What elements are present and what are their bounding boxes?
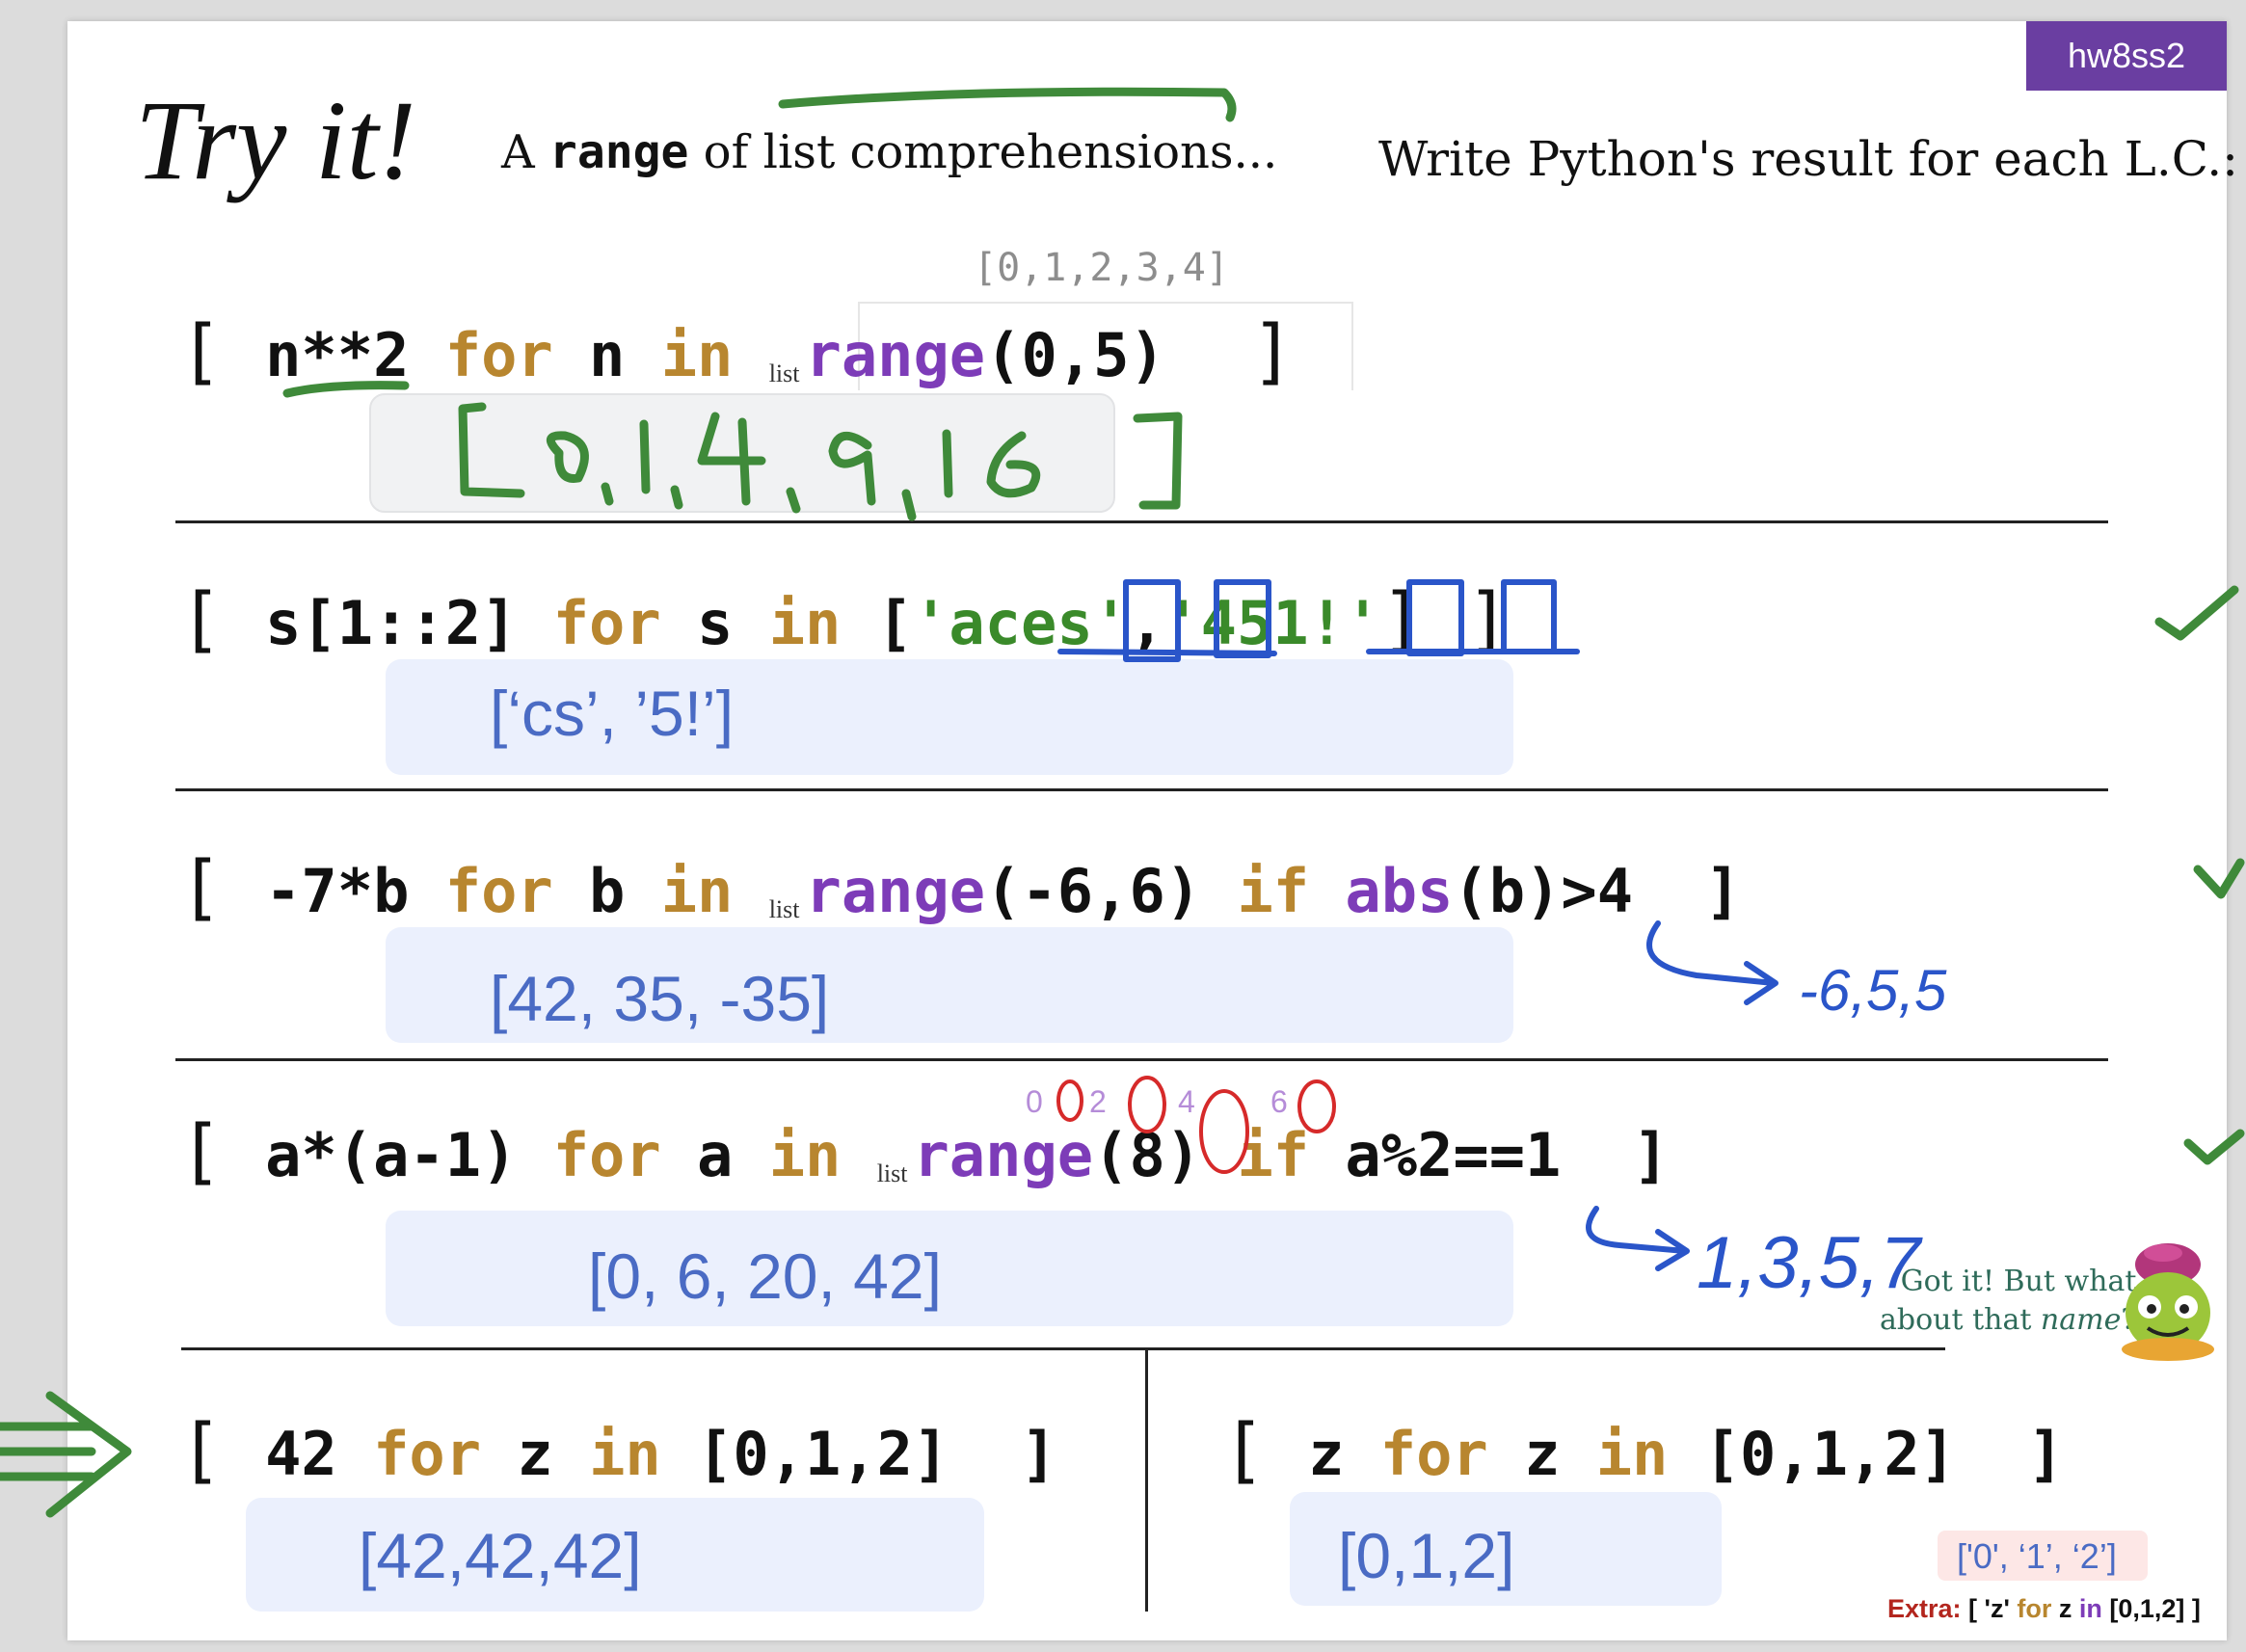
instructions: Write Python's result for each L.C.: [1378, 131, 2238, 187]
slide-id-badge: hw8ss2 [2026, 21, 2227, 91]
answer-4: [0, 6, 20, 42] [588, 1240, 942, 1312]
problem-5-code: [ 42 for z in [0,1,2] ] [179, 1409, 1057, 1492]
answer-3: [42, 35, -35] [490, 963, 830, 1034]
divider [175, 1058, 2108, 1061]
answer-box-4[interactable] [386, 1211, 1513, 1326]
divider [175, 788, 2108, 791]
slide-subtitle: A range of list comprehensions... [501, 125, 1278, 179]
slide-title: Try it! [135, 77, 416, 203]
subtitle-keyword: range [548, 125, 689, 179]
answer-box-1[interactable] [369, 393, 1115, 513]
problem-3-code: [ -7*b for b in listrange(-6,6) if abs(b… [179, 846, 1742, 929]
answer-5: [42,42,42] [359, 1520, 642, 1591]
answer-2: [‘cs’, ’5!’] [490, 678, 735, 749]
divider [175, 520, 2108, 523]
vertical-divider [1145, 1349, 1148, 1612]
extra-answer: ['0', ‘1’, ‘2’] [1957, 1536, 2117, 1576]
problem-1-code: [ n**2 for n in listrange(0,5) ] [179, 310, 1295, 393]
problem-6-code: [ z for z in [0,1,2] ] [1222, 1409, 2064, 1492]
mascot-speech: Got it! But whatabout that name? [1880, 1265, 2137, 1337]
mascot-icon [2122, 1243, 2214, 1361]
answer-6: [0,1,2] [1338, 1520, 1515, 1591]
problem-2-code: [ s[1::2] for s in ['aces','451!'] ] [179, 578, 1510, 661]
divider [181, 1347, 1945, 1350]
extra-question: Extra: [ 'z' for z in [0,1,2] ] [1887, 1594, 2201, 1623]
range-hint: [0,1,2,3,4] [974, 246, 1229, 290]
problem-4-code: [ a*(a-1) for a in listrange(8) if a%2==… [179, 1110, 1670, 1193]
